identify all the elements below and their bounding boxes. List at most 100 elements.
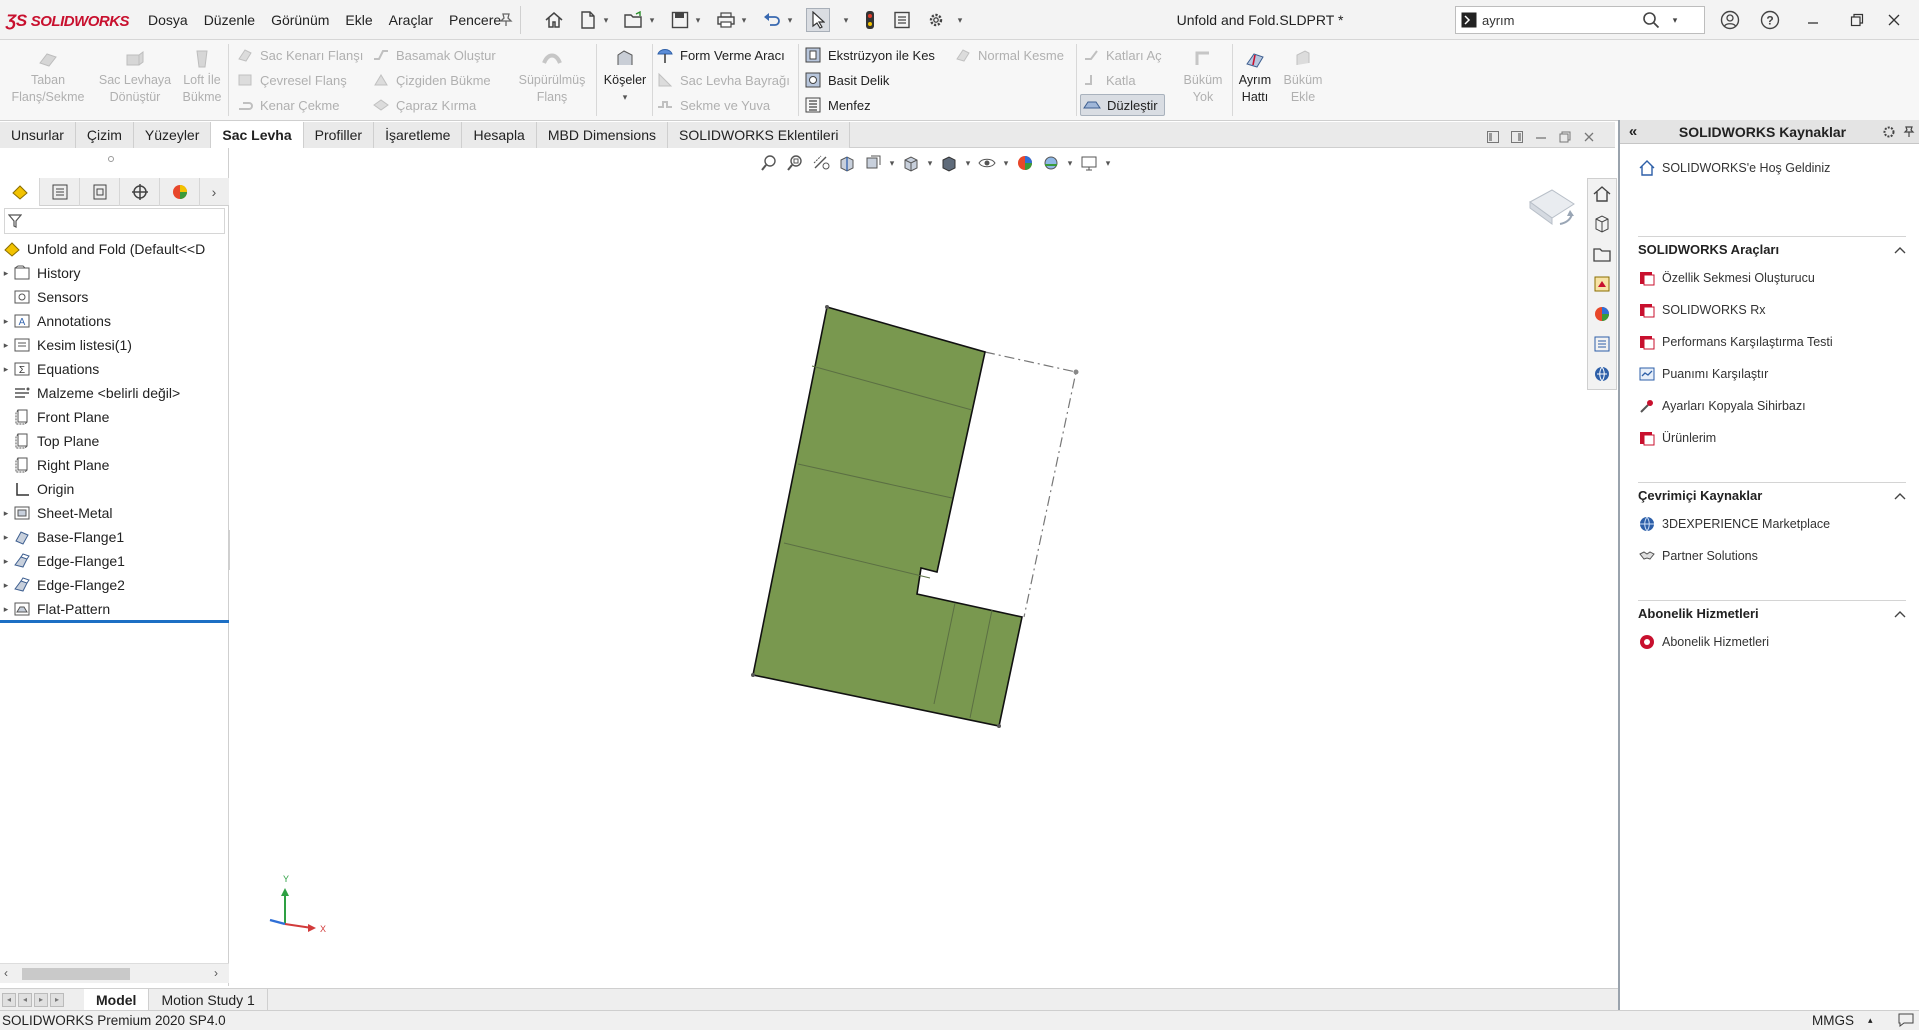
tab-profiller[interactable]: Profiller <box>303 122 375 148</box>
tree-item-front-plane[interactable]: Front Plane <box>0 405 229 429</box>
cevresel-flans-button[interactable]: Çevresel Flanş <box>236 69 347 91</box>
tool-link-compare-score[interactable]: Puanımı Karşılaştır <box>1638 358 1906 390</box>
chat-icon[interactable] <box>1898 1013 1914 1027</box>
tab-isaretleme[interactable]: İşaretleme <box>374 122 463 148</box>
tree-item-kesim-listesi[interactable]: ▸ Kesim listesi(1) <box>0 333 229 357</box>
koseler-button[interactable]: Köşeler ▾ <box>600 48 650 106</box>
basit-delik-button[interactable]: Basit Delik <box>804 69 889 91</box>
first-tab-icon[interactable]: ◂ <box>2 992 16 1007</box>
view-palette-icon[interactable] <box>1588 269 1616 299</box>
rebuild-traffic-light-icon[interactable] <box>858 8 882 32</box>
duzlestir-button[interactable]: Düzleştir <box>1080 94 1165 116</box>
save-icon[interactable] <box>668 8 692 32</box>
viewport-restore-icon[interactable] <box>1558 130 1572 144</box>
chevron-down-icon[interactable]: ▾ <box>1668 15 1682 26</box>
edit-appearance-icon[interactable] <box>1014 152 1036 174</box>
zoom-to-area-icon[interactable] <box>784 152 806 174</box>
tab-unsurlar[interactable]: Unsurlar <box>0 122 76 148</box>
search-box[interactable]: ▾ <box>1455 6 1705 34</box>
capraz-kirma-button[interactable]: Çapraz Kırma <box>372 94 476 116</box>
collapse-chevron-icon[interactable] <box>1894 610 1906 618</box>
chevron-down-icon[interactable]: ▾ <box>954 8 966 32</box>
tree-item-base-flange1[interactable]: ▸ Base-Flange1 <box>0 525 229 549</box>
welcome-link[interactable]: SOLIDWORKS'e Hoş Geldiniz <box>1638 148 1906 188</box>
tile-left-icon[interactable] <box>1486 130 1500 144</box>
chevron-down-icon[interactable]: ▾ <box>964 152 972 174</box>
last-tab-icon[interactable]: ▸ <box>50 992 64 1007</box>
tab-cizim[interactable]: Çizim <box>75 122 134 148</box>
tab-model[interactable]: Model <box>84 988 150 1011</box>
tree-item-sensors[interactable]: Sensors <box>0 285 229 309</box>
search-input[interactable] <box>1482 12 1642 28</box>
sekme-ve-yuva-button[interactable]: Sekme ve Yuva <box>656 94 770 116</box>
online-link-marketplace[interactable]: 3DEXPERIENCE Marketplace <box>1638 508 1906 540</box>
scroll-right-icon[interactable]: › <box>214 966 218 980</box>
chevron-down-icon[interactable]: ▾ <box>600 89 650 106</box>
scroll-left-icon[interactable]: ‹ <box>4 966 8 980</box>
model-viewport[interactable]: Y X <box>230 148 1616 986</box>
tool-link-performance-benchmark[interactable]: Performans Karşılaştırma Testi <box>1638 326 1906 358</box>
view-settings-icon[interactable] <box>1078 152 1100 174</box>
tree-item-right-plane[interactable]: Right Plane <box>0 453 229 477</box>
menu-gorunum[interactable]: Görünüm <box>263 12 337 28</box>
menu-ekle[interactable]: Ekle <box>337 12 380 28</box>
custom-properties-icon[interactable] <box>1588 329 1616 359</box>
appearances-icon[interactable] <box>1588 299 1616 329</box>
view-orientation-icon[interactable] <box>1529 189 1575 225</box>
hide-show-items-icon[interactable] <box>976 152 998 174</box>
scrollbar-thumb[interactable] <box>22 968 130 980</box>
expand-arrow-icon[interactable]: ▸ <box>0 268 12 279</box>
file-explorer-icon[interactable] <box>1588 239 1616 269</box>
menu-araclar[interactable]: Araçlar <box>381 12 441 28</box>
viewport-minimize-icon[interactable] <box>1534 130 1548 144</box>
solidworks-forum-icon[interactable] <box>1588 359 1616 389</box>
tool-link-property-tab-builder[interactable]: Özellik Sekmesi Oluşturucu <box>1638 262 1906 294</box>
select-cursor-icon[interactable] <box>806 8 830 32</box>
expand-arrow-icon[interactable]: ▸ <box>0 532 12 543</box>
print-icon[interactable] <box>714 8 738 32</box>
ekstruzyon-ile-kes-button[interactable]: Ekstrüzyon ile Kes <box>804 44 935 66</box>
property-manager-tab-icon[interactable] <box>40 178 80 206</box>
menu-duzenle[interactable]: Düzenle <box>196 12 263 28</box>
viewport-close-icon[interactable] <box>1582 130 1596 144</box>
chevron-down-icon[interactable]: ▾ <box>784 8 796 32</box>
tree-item-top-plane[interactable]: Top Plane <box>0 429 229 453</box>
terminal-icon[interactable] <box>1456 7 1482 33</box>
tile-right-icon[interactable] <box>1510 130 1524 144</box>
expand-arrow-icon[interactable]: ▸ <box>0 508 12 519</box>
normal-kesme-button[interactable]: Normal Kesme <box>954 44 1064 66</box>
expand-arrow-icon[interactable]: ▸ <box>0 580 12 591</box>
form-verme-araci-button[interactable]: Form Verme Aracı <box>656 44 785 66</box>
user-account-icon[interactable] <box>1718 8 1742 32</box>
zoom-to-fit-icon[interactable] <box>758 152 780 174</box>
view-orientation-cube-icon[interactable] <box>900 152 922 174</box>
tab-hesapla[interactable]: Hesapla <box>462 122 537 148</box>
ayrim-hatti-button[interactable]: Ayrım Hattı <box>1234 48 1276 106</box>
gear-icon[interactable] <box>924 8 948 32</box>
tree-item-malzeme[interactable]: Malzeme <belirli değil> <box>0 381 229 405</box>
sac-levha-bayragi-button[interactable]: Sac Levha Bayrağı <box>656 69 790 91</box>
solidworks-logo[interactable]: ƷS SOLIDWORKS <box>6 10 130 32</box>
restore-window-button[interactable] <box>1838 6 1876 34</box>
previous-view-icon[interactable] <box>810 152 832 174</box>
online-link-partner-solutions[interactable]: Partner Solutions <box>1638 540 1906 572</box>
loft-ile-bukme-button[interactable]: Loft İle Bükme <box>180 48 224 106</box>
pin-icon[interactable] <box>494 8 518 32</box>
horizontal-scrollbar[interactable]: ‹ › <box>0 963 229 983</box>
tools-section-header[interactable]: SOLIDWORKS Araçları <box>1638 236 1906 262</box>
rollback-bar[interactable] <box>0 620 229 623</box>
design-library-icon[interactable] <box>1588 209 1616 239</box>
tree-item-edge-flange1[interactable]: ▸ Edge-Flange1 <box>0 549 229 573</box>
tree-item-equations[interactable]: ▸ Σ Equations <box>0 357 229 381</box>
basamak-olustur-button[interactable]: Basamak Oluştur <box>372 44 496 66</box>
close-window-button[interactable] <box>1875 6 1913 34</box>
chevron-down-icon[interactable]: ▾ <box>692 8 704 32</box>
display-style-icon[interactable] <box>938 152 960 174</box>
online-section-header[interactable]: Çevrimiçi Kaynaklar <box>1638 482 1906 508</box>
collapse-pane-icon[interactable]: « <box>1620 123 1646 140</box>
kenar-cekme-button[interactable]: Kenar Çekme <box>236 94 339 116</box>
search-icon[interactable] <box>1642 11 1668 29</box>
unit-system-text[interactable]: MMGS <box>1812 1013 1854 1028</box>
chevron-down-icon[interactable]: ▾ <box>1066 152 1074 174</box>
menu-dosya[interactable]: Dosya <box>140 12 196 28</box>
